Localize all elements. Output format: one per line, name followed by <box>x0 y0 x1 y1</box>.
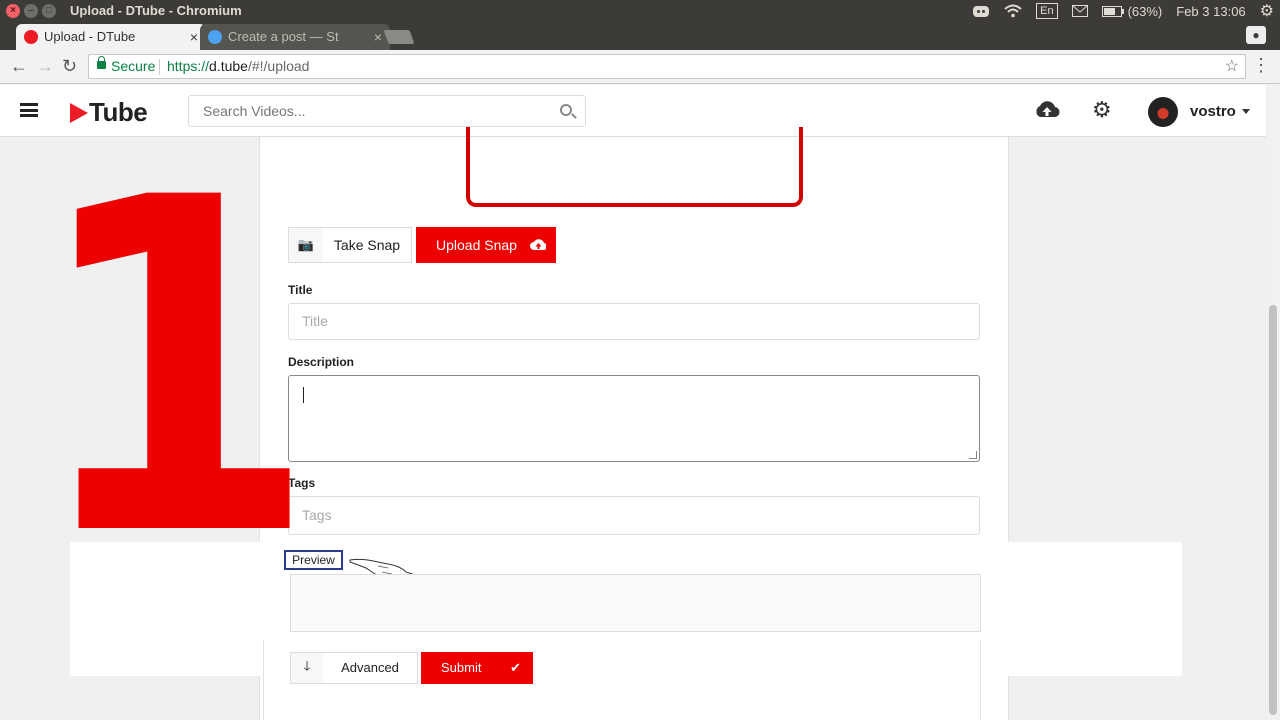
forward-arrow-icon[interactable]: → <box>36 57 54 75</box>
window-controls: × – □ <box>6 4 56 18</box>
preview-box <box>290 574 981 632</box>
back-arrow-icon[interactable]: ← <box>10 57 28 75</box>
tab-label: Create a post — St <box>228 29 339 44</box>
new-tab-button[interactable] <box>383 30 415 44</box>
take-snap-label: Take Snap <box>323 228 411 262</box>
window-maximize-icon[interactable]: □ <box>42 4 56 18</box>
battery-icon <box>1101 5 1124 17</box>
username[interactable]: vostro <box>1190 103 1236 120</box>
mail-icon[interactable] <box>1071 5 1088 17</box>
tab-label: Upload - DTube <box>44 29 136 44</box>
check-icon: ✔ <box>510 660 521 675</box>
system-tray: En (63%) Feb 3 13:06 ⚙ <box>972 2 1274 20</box>
browser-profile-icon[interactable]: ● <box>1246 26 1266 44</box>
page-scrollbar[interactable] <box>1266 85 1280 720</box>
advanced-button[interactable]: 🡓 Advanced <box>290 652 418 684</box>
tab-close-icon[interactable]: × <box>374 24 382 50</box>
submit-button[interactable]: Submit ✔ <box>421 652 533 684</box>
reload-icon[interactable]: ↻ <box>62 57 77 75</box>
gears-icon[interactable]: ⚙ <box>1092 99 1112 121</box>
browser-tab-strip: Upload - DTube × Create a post — St × ● <box>0 22 1280 50</box>
clock[interactable]: Feb 3 13:06 <box>1176 4 1245 19</box>
upload-cloud-icon[interactable] <box>1034 99 1060 121</box>
preview-tab[interactable]: Preview <box>284 550 343 570</box>
battery-indicator[interactable]: (63%) <box>1101 3 1163 19</box>
submit-label: Submit <box>441 660 482 675</box>
step-number-overlay: 1 <box>30 102 319 637</box>
browser-toolbar: ← → ↻ Secure https://d.tube/#!/upload ☆ … <box>0 50 1280 84</box>
os-top-bar: × – □ Upload - DTube - Chromium En (63%)… <box>0 0 1280 22</box>
lock-icon <box>97 56 106 69</box>
steemit-favicon-icon <box>208 30 222 44</box>
system-gear-icon[interactable]: ⚙ <box>1260 1 1274 21</box>
window-minimize-icon[interactable]: – <box>24 4 38 18</box>
advanced-label: Advanced <box>323 653 417 683</box>
tags-input[interactable]: Tags <box>288 496 980 535</box>
description-textarea[interactable] <box>288 375 980 462</box>
scrollbar-thumb[interactable] <box>1269 305 1277 715</box>
title-input[interactable]: Title <box>288 303 980 340</box>
dtube-favicon-icon <box>24 30 38 44</box>
battery-percentage: (63%) <box>1127 3 1163 19</box>
url-path: /#!/upload <box>247 58 310 74</box>
bookmark-star-icon[interactable]: ☆ <box>1225 55 1239 78</box>
window-title: Upload - DTube - Chromium <box>70 3 242 18</box>
url-host: d.tube <box>209 58 248 74</box>
window-close-icon[interactable]: × <box>6 4 20 18</box>
arrow-down-icon: 🡓 <box>303 658 311 673</box>
tab-close-icon[interactable]: × <box>190 24 198 50</box>
discord-icon[interactable] <box>972 4 990 18</box>
address-bar[interactable]: Secure https://d.tube/#!/upload ☆ <box>88 54 1246 79</box>
snap-preview-frame <box>466 127 803 207</box>
secure-label: Secure <box>111 58 156 74</box>
upload-snap-label: Upload Snap <box>436 237 517 253</box>
search-icon[interactable] <box>560 104 572 116</box>
chevron-down-icon[interactable] <box>1242 109 1250 114</box>
upload-snap-button[interactable]: Upload Snap <box>416 227 556 263</box>
keyboard-layout-indicator[interactable]: En <box>1036 3 1058 19</box>
wifi-icon[interactable] <box>1004 4 1022 18</box>
avatar[interactable] <box>1148 97 1178 127</box>
tab-upload-dtube[interactable]: Upload - DTube × <box>16 24 206 50</box>
browser-menu-icon[interactable]: ⋮ <box>1252 56 1270 74</box>
tab-create-post[interactable]: Create a post — St × <box>200 24 390 50</box>
resize-handle[interactable] <box>969 451 977 459</box>
address-divider <box>159 59 160 75</box>
url-text: https://d.tube/#!/upload <box>167 55 309 78</box>
url-scheme: https:// <box>167 58 210 74</box>
cloud-upload-icon <box>530 239 546 251</box>
